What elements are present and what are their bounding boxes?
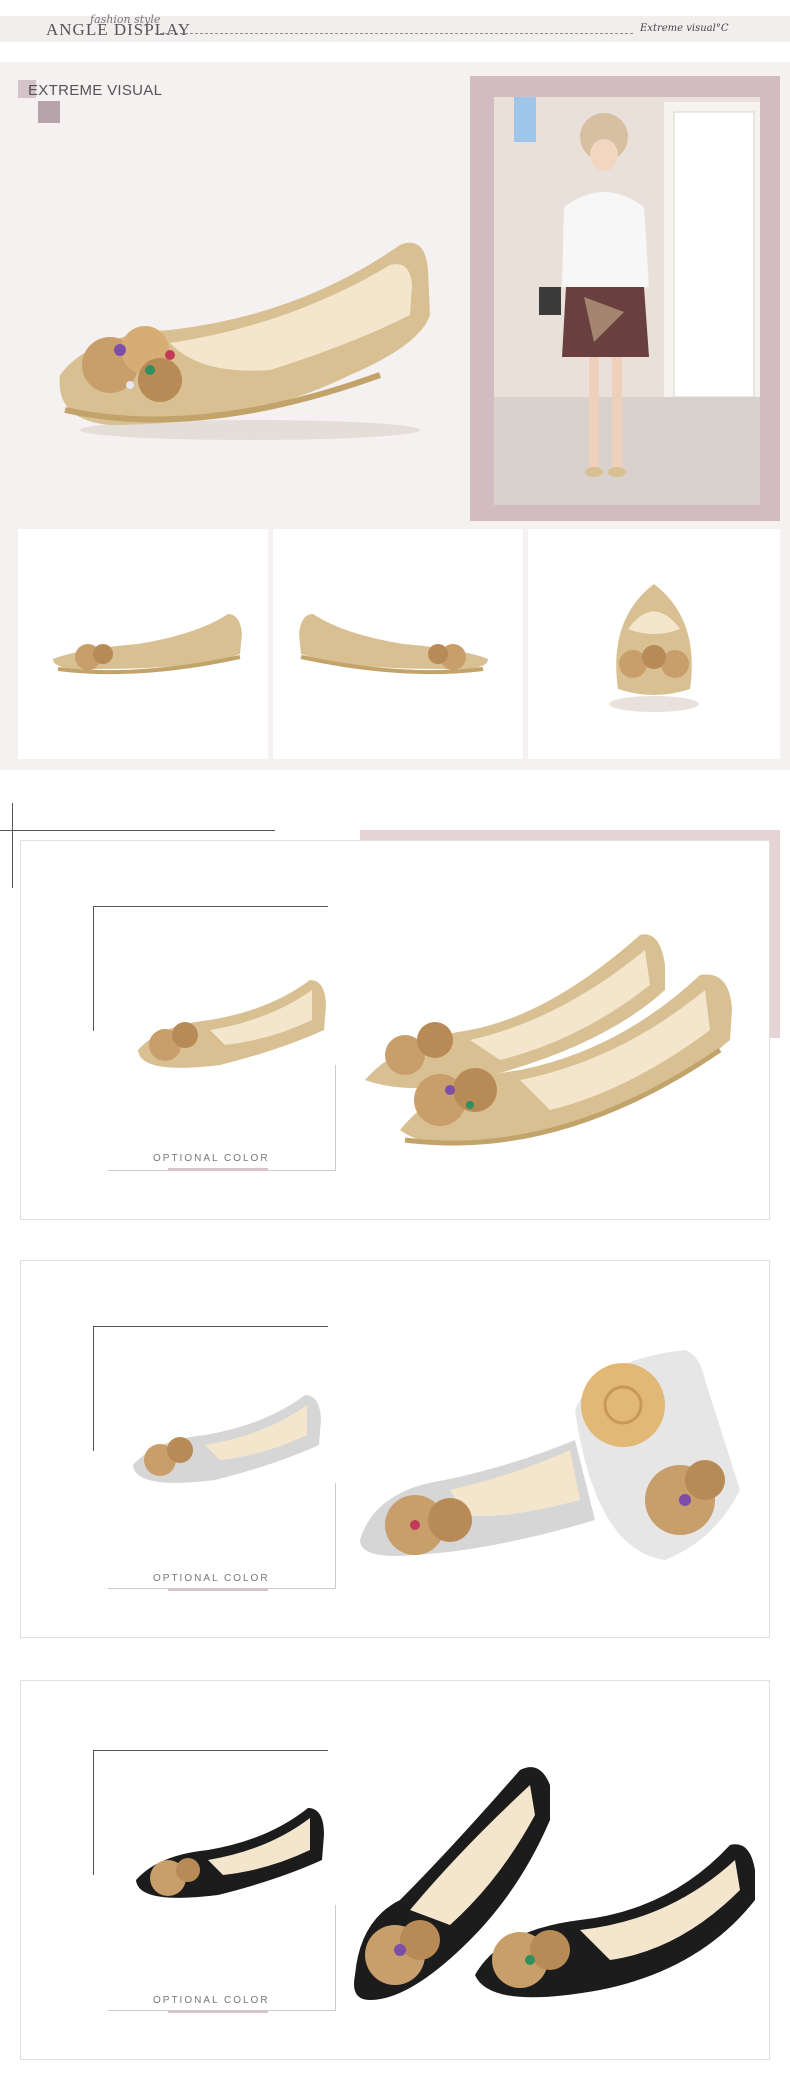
- section-header: fashion style ANGLE DISPLAY Extreme visu…: [0, 0, 790, 62]
- option-shoe-pair-gold[interactable]: [360, 930, 740, 1160]
- panel-frame-line: [93, 1750, 94, 1875]
- option-underline: [168, 2010, 268, 2013]
- hero-shoe-image: [50, 225, 440, 455]
- decor-line: [12, 803, 13, 888]
- decor-pink-bar: [770, 830, 780, 1038]
- option-shoe-small-silver[interactable]: [125, 1390, 325, 1500]
- extreme-visual-label: EXTREME VISUAL: [28, 82, 163, 99]
- panel-frame-line: [93, 906, 328, 907]
- header-title: ANGLE DISPLAY: [46, 20, 192, 39]
- decor-square: [38, 101, 60, 123]
- decor-pink-bar: [360, 830, 780, 840]
- option-shoe-pair-silver[interactable]: [355, 1350, 745, 1570]
- option-shoe-small-black[interactable]: [128, 1800, 328, 1910]
- panel-frame-line: [93, 1326, 94, 1451]
- option-underline: [168, 1168, 268, 1171]
- header-dashed-line: [155, 33, 633, 34]
- option-shoe-small-gold[interactable]: [130, 975, 330, 1085]
- option-shoe-pair-black[interactable]: [350, 1760, 760, 2010]
- option-label: OPTIONAL COLOR: [153, 1153, 270, 1164]
- option-label: OPTIONAL COLOR: [153, 1995, 270, 2006]
- option-label: OPTIONAL COLOR: [153, 1573, 270, 1584]
- panel-frame-line: [93, 1326, 328, 1327]
- thumbnail-side-view-reverse[interactable]: [273, 529, 523, 759]
- panel-frame-line: [335, 1483, 336, 1588]
- panel-frame-line: [93, 1750, 328, 1751]
- option-underline: [168, 1588, 268, 1591]
- panel-frame-line: [93, 906, 94, 1031]
- model-photo: [494, 97, 760, 505]
- decor-line: [0, 830, 275, 831]
- thumbnail-front-view[interactable]: [528, 529, 780, 759]
- header-right-text: Extreme visual°C: [640, 23, 729, 34]
- panel-frame-line: [335, 1905, 336, 2010]
- panel-frame-line: [335, 1065, 336, 1170]
- thumbnail-side-view[interactable]: [18, 529, 268, 759]
